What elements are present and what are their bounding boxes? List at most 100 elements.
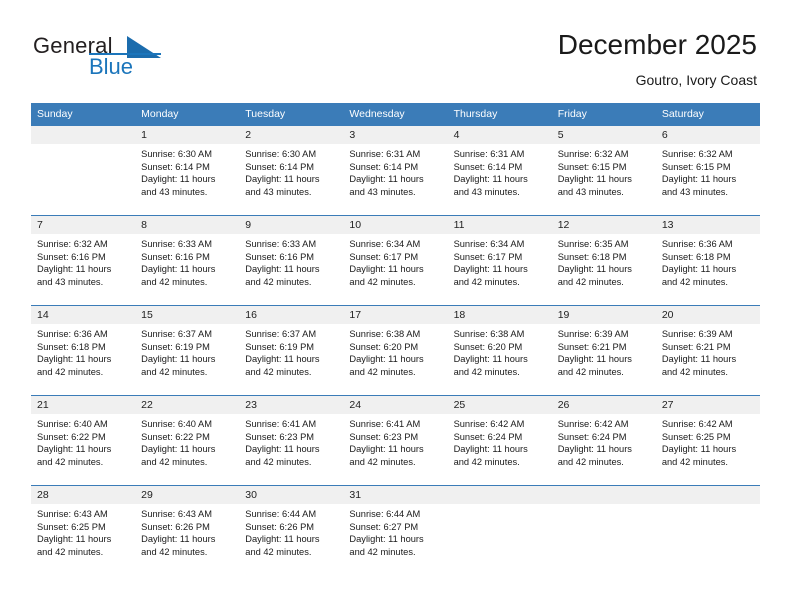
day-info: Sunrise: 6:34 AM Sunset: 6:17 PM Dayligh… <box>448 234 552 288</box>
day-number <box>447 486 552 504</box>
sunrise-text: Sunrise: 6:34 AM <box>349 239 421 249</box>
day-cell-empty <box>551 485 656 575</box>
day-cell[interactable]: 18 Sunrise: 6:38 AM Sunset: 6:20 PM Dayl… <box>447 305 552 396</box>
day-info: Sunrise: 6:42 AM Sunset: 6:24 PM Dayligh… <box>552 414 656 468</box>
day-info: Sunrise: 6:36 AM Sunset: 6:18 PM Dayligh… <box>656 234 760 288</box>
day-info: Sunrise: 6:33 AM Sunset: 6:16 PM Dayligh… <box>239 234 343 288</box>
sunset-text: Sunset: 6:15 PM <box>661 161 731 172</box>
day-cell[interactable]: 13 Sunrise: 6:36 AM Sunset: 6:18 PM Dayl… <box>655 215 760 306</box>
day-number: 10 <box>343 216 448 234</box>
day-cell[interactable]: 7 Sunrise: 6:32 AM Sunset: 6:16 PM Dayli… <box>31 215 136 306</box>
calendar-week-row: 28 Sunrise: 6:43 AM Sunset: 6:25 PM Dayl… <box>31 485 760 575</box>
sunrise-text: Sunrise: 6:41 AM <box>349 419 421 429</box>
general-blue-logo[interactable]: General Blue <box>33 33 213 83</box>
sunset-text: Sunset: 6:19 PM <box>245 341 315 352</box>
sunrise-text: Sunrise: 6:42 AM <box>661 419 733 429</box>
day-number: 23 <box>239 396 344 414</box>
sunrise-text: Sunrise: 6:42 AM <box>557 419 629 429</box>
day-cell[interactable]: 21 Sunrise: 6:40 AM Sunset: 6:22 PM Dayl… <box>31 395 136 486</box>
day-cell[interactable]: 25 Sunrise: 6:42 AM Sunset: 6:24 PM Dayl… <box>447 395 552 486</box>
day-cell[interactable]: 12 Sunrise: 6:35 AM Sunset: 6:18 PM Dayl… <box>551 215 656 306</box>
sunset-text: Sunset: 6:17 PM <box>453 251 523 262</box>
day-number: 20 <box>655 306 760 324</box>
day-number: 13 <box>655 216 760 234</box>
sunset-text: Sunset: 6:19 PM <box>141 341 210 352</box>
day-cell[interactable]: 14 Sunrise: 6:36 AM Sunset: 6:18 PM Dayl… <box>31 305 136 396</box>
sunrise-text: Sunrise: 6:32 AM <box>557 149 629 159</box>
sunrise-text: Sunrise: 6:35 AM <box>557 239 629 249</box>
day-cell-empty <box>447 485 552 575</box>
day-info: Sunrise: 6:44 AM Sunset: 6:26 PM Dayligh… <box>239 504 343 558</box>
day-cell[interactable]: 26 Sunrise: 6:42 AM Sunset: 6:24 PM Dayl… <box>551 395 656 486</box>
day-info: Sunrise: 6:41 AM Sunset: 6:23 PM Dayligh… <box>239 414 343 468</box>
sunrise-text: Sunrise: 6:44 AM <box>245 509 317 519</box>
day-cell[interactable]: 5 Sunrise: 6:32 AM Sunset: 6:15 PM Dayli… <box>551 125 656 216</box>
sunset-text: Sunset: 6:22 PM <box>37 431 106 442</box>
daylight-text: Daylight: 11 hours and 43 minutes. <box>141 174 216 197</box>
daylight-text: Daylight: 11 hours and 42 minutes. <box>141 264 216 287</box>
day-number <box>655 486 760 504</box>
title-block: December 2025 Goutro, Ivory Coast <box>558 28 757 90</box>
day-cell[interactable]: 22 Sunrise: 6:40 AM Sunset: 6:22 PM Dayl… <box>135 395 240 486</box>
sunrise-text: Sunrise: 6:37 AM <box>245 329 317 339</box>
day-cell[interactable]: 8 Sunrise: 6:33 AM Sunset: 6:16 PM Dayli… <box>135 215 240 306</box>
day-cell[interactable]: 17 Sunrise: 6:38 AM Sunset: 6:20 PM Dayl… <box>343 305 448 396</box>
day-number: 26 <box>551 396 656 414</box>
day-cell[interactable]: 24 Sunrise: 6:41 AM Sunset: 6:23 PM Dayl… <box>343 395 448 486</box>
weekday-header-tuesday: Tuesday <box>239 103 344 126</box>
day-cell[interactable]: 31 Sunrise: 6:44 AM Sunset: 6:27 PM Dayl… <box>343 485 448 575</box>
day-cell[interactable]: 6 Sunrise: 6:32 AM Sunset: 6:15 PM Dayli… <box>655 125 760 216</box>
day-cell[interactable]: 4 Sunrise: 6:31 AM Sunset: 6:14 PM Dayli… <box>447 125 552 216</box>
day-cell[interactable]: 19 Sunrise: 6:39 AM Sunset: 6:21 PM Dayl… <box>551 305 656 396</box>
sunrise-text: Sunrise: 6:34 AM <box>453 239 525 249</box>
sunrise-text: Sunrise: 6:30 AM <box>141 149 212 159</box>
day-cell[interactable]: 30 Sunrise: 6:44 AM Sunset: 6:26 PM Dayl… <box>239 485 344 575</box>
daylight-text: Daylight: 11 hours and 43 minutes. <box>245 174 320 197</box>
sunset-text: Sunset: 6:17 PM <box>349 251 419 262</box>
day-cell[interactable]: 27 Sunrise: 6:42 AM Sunset: 6:25 PM Dayl… <box>655 395 760 486</box>
day-info: Sunrise: 6:32 AM Sunset: 6:15 PM Dayligh… <box>552 144 656 198</box>
weekday-header-saturday: Saturday <box>655 103 760 126</box>
day-cell[interactable]: 16 Sunrise: 6:37 AM Sunset: 6:19 PM Dayl… <box>239 305 344 396</box>
sunrise-text: Sunrise: 6:38 AM <box>453 329 525 339</box>
sunset-text: Sunset: 6:25 PM <box>37 521 106 532</box>
day-number: 27 <box>655 396 760 414</box>
sunrise-text: Sunrise: 6:36 AM <box>37 329 108 339</box>
weekday-header-monday: Monday <box>135 103 240 126</box>
calendar-week-row: 14 Sunrise: 6:36 AM Sunset: 6:18 PM Dayl… <box>31 305 760 396</box>
sunset-text: Sunset: 6:16 PM <box>37 251 106 262</box>
day-cell[interactable]: 9 Sunrise: 6:33 AM Sunset: 6:16 PM Dayli… <box>239 215 344 306</box>
day-cell[interactable]: 20 Sunrise: 6:39 AM Sunset: 6:21 PM Dayl… <box>655 305 760 396</box>
daylight-text: Daylight: 11 hours and 42 minutes. <box>37 354 112 377</box>
sunset-text: Sunset: 6:16 PM <box>245 251 315 262</box>
sunset-text: Sunset: 6:18 PM <box>557 251 627 262</box>
day-info: Sunrise: 6:37 AM Sunset: 6:19 PM Dayligh… <box>239 324 343 378</box>
day-number: 28 <box>31 486 136 504</box>
daylight-text: Daylight: 11 hours and 42 minutes. <box>141 354 216 377</box>
sunset-text: Sunset: 6:24 PM <box>557 431 627 442</box>
calendar-header-row: Sunday Monday Tuesday Wednesday Thursday… <box>31 103 760 126</box>
day-cell[interactable]: 15 Sunrise: 6:37 AM Sunset: 6:19 PM Dayl… <box>135 305 240 396</box>
day-cell[interactable]: 29 Sunrise: 6:43 AM Sunset: 6:26 PM Dayl… <box>135 485 240 575</box>
day-number: 15 <box>135 306 240 324</box>
day-cell[interactable]: 28 Sunrise: 6:43 AM Sunset: 6:25 PM Dayl… <box>31 485 136 575</box>
sunrise-text: Sunrise: 6:31 AM <box>453 149 525 159</box>
day-cell[interactable]: 3 Sunrise: 6:31 AM Sunset: 6:14 PM Dayli… <box>343 125 448 216</box>
day-info: Sunrise: 6:38 AM Sunset: 6:20 PM Dayligh… <box>343 324 447 378</box>
day-info: Sunrise: 6:42 AM Sunset: 6:25 PM Dayligh… <box>656 414 760 468</box>
day-cell[interactable]: 10 Sunrise: 6:34 AM Sunset: 6:17 PM Dayl… <box>343 215 448 306</box>
day-number: 11 <box>447 216 552 234</box>
day-number: 17 <box>343 306 448 324</box>
weekday-header-sunday: Sunday <box>31 103 136 126</box>
calendar-week-row: 1 Sunrise: 6:30 AM Sunset: 6:14 PM Dayli… <box>31 125 760 216</box>
day-cell[interactable]: 1 Sunrise: 6:30 AM Sunset: 6:14 PM Dayli… <box>135 125 240 216</box>
day-number: 29 <box>135 486 240 504</box>
day-cell[interactable]: 11 Sunrise: 6:34 AM Sunset: 6:17 PM Dayl… <box>447 215 552 306</box>
day-cell[interactable]: 23 Sunrise: 6:41 AM Sunset: 6:23 PM Dayl… <box>239 395 344 486</box>
sunset-text: Sunset: 6:15 PM <box>557 161 627 172</box>
day-cell[interactable]: 2 Sunrise: 6:30 AM Sunset: 6:14 PM Dayli… <box>239 125 344 216</box>
daylight-text: Daylight: 11 hours and 42 minutes. <box>661 354 737 377</box>
day-number: 7 <box>31 216 136 234</box>
sunrise-text: Sunrise: 6:37 AM <box>141 329 212 339</box>
day-number: 31 <box>343 486 448 504</box>
